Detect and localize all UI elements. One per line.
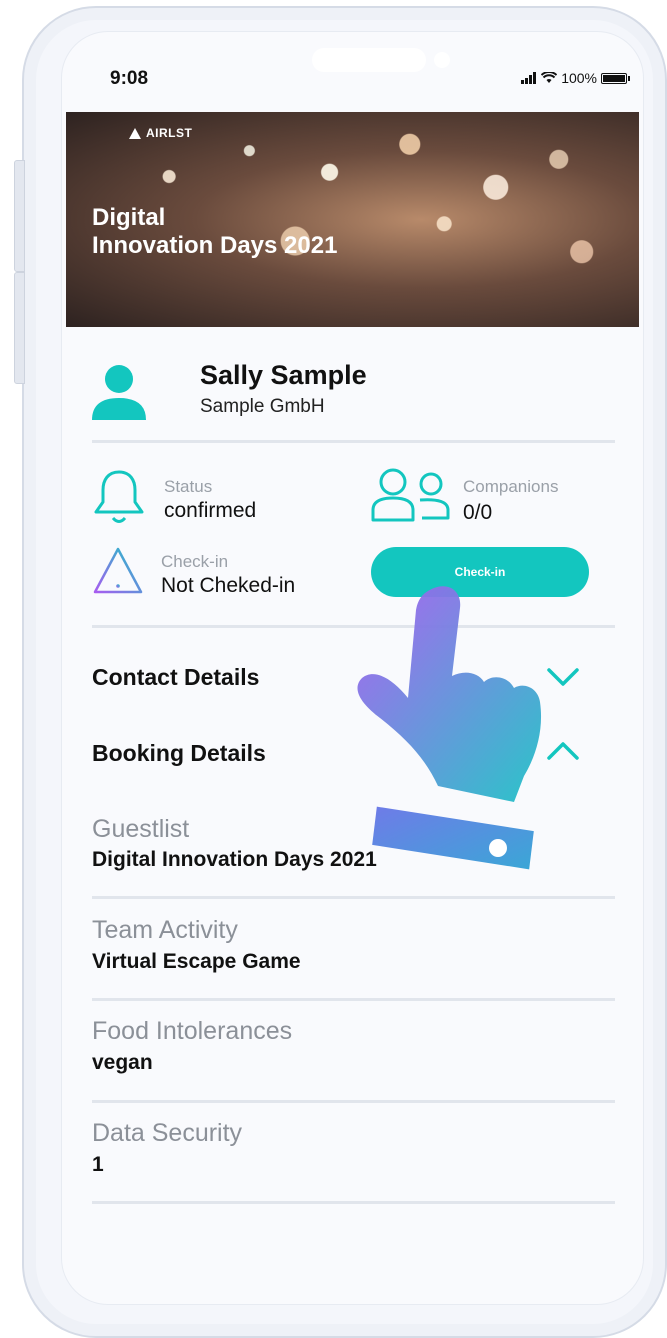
status-indicators: 100%	[521, 70, 630, 86]
notch-speaker	[312, 48, 426, 72]
event-title-line2: Innovation Days 2021	[92, 232, 338, 259]
brand-logo: AIRLST	[129, 126, 192, 140]
signal-icon	[521, 72, 537, 84]
checkin-value: Not Cheked-in	[161, 574, 296, 597]
side-button-lower	[14, 272, 25, 384]
pointing-hand-icon	[357, 586, 542, 870]
companions-label: Companions	[463, 477, 559, 496]
event-banner: AIRLST Digital Innovation Days 2021	[66, 112, 639, 327]
guest-company: Sample GmbH	[200, 396, 325, 417]
airlst-logo-icon	[129, 127, 141, 139]
food-intolerances-label: Food Intolerances	[92, 1017, 293, 1045]
status-value: confirmed	[164, 499, 257, 522]
team-activity-label: Team Activity	[92, 916, 238, 944]
warning-icon	[93, 547, 143, 594]
divider	[92, 440, 615, 443]
companions-icon	[371, 468, 450, 522]
bell-icon	[94, 470, 144, 523]
person-icon	[92, 365, 146, 420]
companions-value: 0/0	[463, 501, 493, 524]
divider	[92, 1100, 615, 1103]
notch-camera	[434, 52, 450, 68]
divider	[92, 1201, 615, 1204]
battery-icon	[601, 72, 630, 84]
booking-details-header[interactable]: Booking Details	[92, 740, 266, 767]
status-time: 9:08	[110, 68, 149, 89]
guestlist-value: Digital Innovation Days 2021	[92, 848, 377, 871]
side-button-upper	[14, 160, 25, 272]
battery-percent: 100%	[561, 70, 597, 86]
app-screen: 9:08 100% AIRLST Digital Innovation Days…	[62, 32, 643, 1304]
food-intolerances-value: vegan	[92, 1051, 153, 1074]
divider	[92, 998, 615, 1001]
event-title-line1: Digital	[92, 204, 166, 231]
team-activity-value: Virtual Escape Game	[92, 950, 301, 973]
checkin-label: Check-in	[161, 552, 229, 571]
status-label: Status	[164, 477, 213, 496]
brand-logo-text: AIRLST	[146, 126, 193, 140]
event-title: Digital Innovation Days 2021	[92, 204, 337, 260]
data-security-label: Data Security	[92, 1119, 243, 1147]
guest-name: Sally Sample	[200, 360, 367, 390]
wifi-icon	[541, 72, 558, 83]
data-security-value: 1	[92, 1153, 104, 1176]
guestlist-label: Guestlist	[92, 815, 190, 843]
divider	[92, 896, 615, 899]
contact-details-header[interactable]: Contact Details	[92, 664, 259, 691]
